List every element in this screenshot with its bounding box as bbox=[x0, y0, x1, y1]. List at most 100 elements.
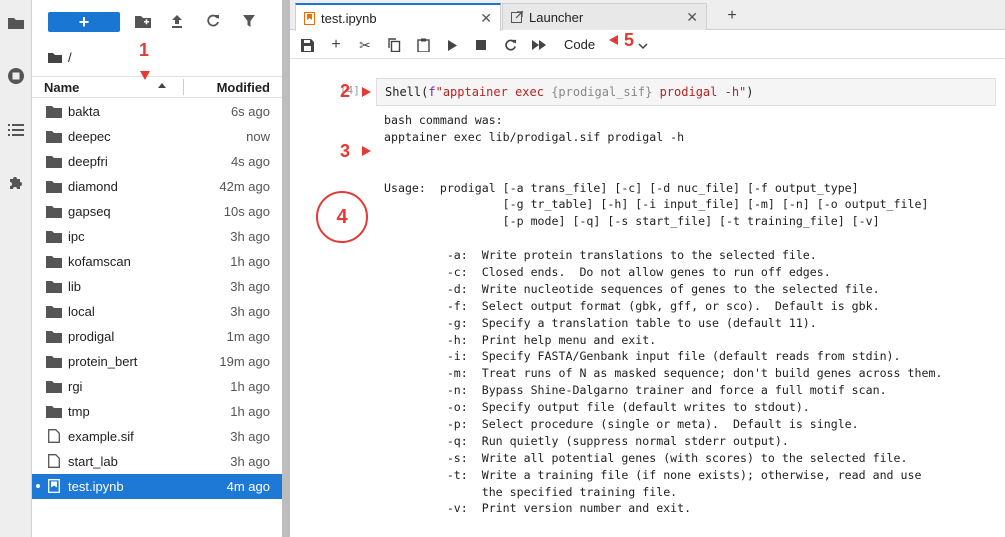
file-modified: 3h ago bbox=[230, 429, 270, 444]
save-icon[interactable] bbox=[298, 36, 316, 54]
tab-label: test.ipynb bbox=[321, 10, 377, 26]
file-row[interactable]: tmp 1h ago bbox=[32, 399, 282, 424]
new-folder-icon[interactable] bbox=[134, 12, 152, 30]
file-row[interactable]: gapseq 10s ago bbox=[32, 199, 282, 224]
file-modified: 4s ago bbox=[230, 154, 270, 169]
notebook-icon bbox=[46, 479, 62, 493]
stop-icon[interactable] bbox=[472, 36, 490, 54]
file-row[interactable]: bakta 6s ago bbox=[32, 99, 282, 124]
code-cell-input[interactable]: Shell(f"apptainer exec {prodigal_sif} pr… bbox=[376, 78, 996, 106]
output-line: -m: Treat runs of N as masked sequence; … bbox=[384, 366, 943, 381]
chevron-down-icon[interactable] bbox=[638, 38, 648, 56]
file-row[interactable]: rgi 1h ago bbox=[32, 374, 282, 399]
file-row[interactable]: diamond 42m ago bbox=[32, 174, 282, 199]
file-row[interactable]: kofamscan 1h ago bbox=[32, 249, 282, 274]
file-row[interactable]: start_lab 3h ago bbox=[32, 449, 282, 474]
add-tab-button[interactable]: + bbox=[721, 4, 743, 28]
output-line: -c: Closed ends. Do not allow genes to r… bbox=[384, 265, 831, 280]
tab-test-ipynb[interactable]: test.ipynb ✕ bbox=[295, 3, 501, 31]
extensions-icon[interactable] bbox=[6, 173, 26, 193]
folder-icon bbox=[46, 404, 62, 418]
folder-icon[interactable] bbox=[6, 13, 26, 33]
output-line: Usage: prodigal [-a trans_file] [-c] [-d… bbox=[384, 180, 859, 195]
file-row[interactable]: test.ipynb 4m ago bbox=[32, 474, 282, 499]
paste-icon[interactable] bbox=[414, 36, 432, 54]
toc-icon[interactable] bbox=[6, 120, 26, 140]
breadcrumb: / bbox=[48, 48, 72, 66]
modified-column-header[interactable]: Modified bbox=[217, 80, 270, 95]
file-modified: now bbox=[246, 129, 270, 144]
annotation-arrow bbox=[609, 35, 618, 45]
sort-ascending-icon[interactable] bbox=[158, 83, 166, 88]
close-icon[interactable]: ✕ bbox=[480, 10, 492, 27]
output-line: -a: Write protein translations to the se… bbox=[384, 248, 817, 263]
file-row[interactable]: example.sif 3h ago bbox=[32, 424, 282, 449]
file-name: kofamscan bbox=[68, 254, 131, 269]
file-icon bbox=[46, 454, 62, 468]
notebook-toolbar: + ✂ Code bbox=[290, 31, 1005, 59]
new-launcher-button[interactable]: + bbox=[48, 12, 120, 32]
file-name: example.sif bbox=[68, 429, 134, 444]
file-row[interactable]: deepec now bbox=[32, 124, 282, 149]
tab-bar: test.ipynb ✕ Launcher ✕ + bbox=[290, 0, 1005, 31]
file-modified: 3h ago bbox=[230, 304, 270, 319]
folder-icon bbox=[46, 329, 62, 343]
close-icon[interactable]: ✕ bbox=[686, 9, 698, 26]
annotation-4: 4 bbox=[316, 191, 368, 243]
insert-cell-icon[interactable]: + bbox=[327, 36, 345, 54]
output-line: bash command was: bbox=[384, 113, 503, 127]
file-name: rgi bbox=[68, 379, 83, 394]
annotation-3: 3 bbox=[340, 141, 351, 161]
file-modified: 19m ago bbox=[219, 354, 270, 369]
run-icon[interactable] bbox=[443, 36, 461, 54]
annotation-2: 2 bbox=[340, 81, 351, 101]
code-string: prodigal -h" bbox=[652, 85, 747, 99]
folder-icon bbox=[46, 204, 62, 218]
notebook-icon bbox=[304, 11, 315, 25]
code-string: "apptainer exec bbox=[435, 85, 552, 99]
file-modified: 1h ago bbox=[230, 254, 270, 269]
breadcrumb-root[interactable]: / bbox=[68, 50, 72, 65]
annotation-arrow bbox=[362, 87, 371, 97]
file-browser-toolbar: + bbox=[32, 0, 282, 42]
copy-icon[interactable] bbox=[385, 36, 403, 54]
file-row[interactable]: lib 3h ago bbox=[32, 274, 282, 299]
file-modified: 42m ago bbox=[219, 179, 270, 194]
file-name: deepec bbox=[68, 129, 111, 144]
panel-splitter[interactable] bbox=[282, 0, 290, 537]
annotation-1: 1 bbox=[139, 40, 150, 60]
file-name: bakta bbox=[68, 104, 100, 119]
tab-launcher[interactable]: Launcher ✕ bbox=[502, 3, 707, 30]
refresh-icon[interactable] bbox=[204, 12, 222, 30]
file-modified: 1h ago bbox=[230, 379, 270, 394]
file-row[interactable]: local 3h ago bbox=[32, 299, 282, 324]
file-modified: 3h ago bbox=[230, 279, 270, 294]
output-line: -n: Bypass Shine-Dalgarno trainer and fo… bbox=[384, 383, 887, 398]
code-close-paren: ) bbox=[746, 85, 754, 99]
file-row[interactable]: deepfri 4s ago bbox=[32, 149, 282, 174]
name-column-header[interactable]: Name bbox=[44, 80, 79, 95]
output-line: -f: Select output format (gbk, gff, or s… bbox=[384, 298, 880, 313]
upload-icon[interactable] bbox=[168, 12, 186, 30]
running-icon[interactable] bbox=[6, 66, 26, 86]
file-modified: 1m ago bbox=[226, 329, 270, 344]
file-row[interactable]: ipc 3h ago bbox=[32, 224, 282, 249]
file-modified: 3h ago bbox=[230, 229, 270, 244]
output-line: -o: Specify output file (default writes … bbox=[384, 400, 810, 415]
filter-icon[interactable] bbox=[240, 12, 258, 30]
file-row[interactable]: protein_bert 19m ago bbox=[32, 349, 282, 374]
folder-icon[interactable] bbox=[48, 52, 62, 63]
file-row[interactable]: prodigal 1m ago bbox=[32, 324, 282, 349]
folder-icon bbox=[46, 279, 62, 293]
file-name: deepfri bbox=[68, 154, 108, 169]
fast-forward-icon[interactable] bbox=[530, 36, 548, 54]
restart-icon[interactable] bbox=[501, 36, 519, 54]
file-name: test.ipynb bbox=[68, 479, 124, 494]
column-divider[interactable] bbox=[183, 79, 184, 95]
output-line: -d: Write nucleotide sequences of genes … bbox=[384, 281, 880, 296]
output-line: -g: Specify a translation table to use (… bbox=[384, 315, 817, 330]
cut-icon[interactable]: ✂ bbox=[356, 36, 374, 54]
cell-type-dropdown[interactable]: Code bbox=[564, 37, 595, 52]
